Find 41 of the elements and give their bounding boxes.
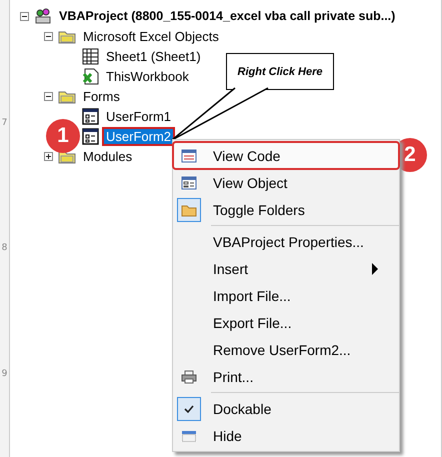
tree-item[interactable]: Forms — [81, 88, 122, 104]
step-badge: 1 — [46, 119, 80, 153]
folder-icon — [58, 88, 76, 104]
folder-icon — [181, 202, 197, 216]
menu-item[interactable]: Insert — [173, 255, 399, 282]
workbook-icon — [82, 68, 99, 84]
callout-text: Right Click Here — [238, 66, 322, 78]
tree-item[interactable]: ThisWorkbook — [104, 68, 191, 84]
folder-icon — [58, 28, 76, 44]
menu-item[interactable]: Export File... — [173, 309, 399, 336]
collapse-icon[interactable] — [44, 32, 53, 40]
menu-item[interactable]: View Object — [173, 169, 399, 196]
tree-item[interactable]: Sheet1 (Sheet1) — [104, 48, 203, 64]
sheet-icon — [82, 48, 99, 64]
menu-item[interactable]: Dockable — [173, 395, 399, 422]
collapse-icon[interactable] — [20, 12, 29, 20]
form-icon — [181, 176, 197, 190]
printer-icon — [181, 370, 197, 384]
menu-item[interactable]: Toggle Folders — [173, 196, 399, 228]
menu-item[interactable]: Remove UserForm2... — [173, 336, 399, 363]
menu-item[interactable]: Print... — [173, 363, 399, 395]
ruler-mark: 7 — [2, 118, 8, 128]
tree-item[interactable]: UserForm2 — [104, 128, 174, 144]
form-icon — [82, 128, 99, 144]
collapse-icon[interactable] — [44, 92, 53, 100]
tree-item[interactable]: UserForm1 — [104, 108, 174, 124]
menu-item[interactable]: View Code — [173, 142, 399, 169]
form-icon — [82, 108, 99, 124]
expand-icon[interactable] — [44, 152, 53, 160]
ruler-mark: 9 — [2, 369, 8, 380]
code-window-icon — [181, 148, 197, 162]
ruler-mark: 8 — [2, 243, 8, 254]
tree-item[interactable]: Microsoft Excel Objects — [81, 28, 221, 44]
tree-item[interactable]: VBAProject (8800_155-0014_excel vba call private sub...) — [57, 9, 398, 23]
menu-item[interactable]: Hide — [173, 422, 399, 449]
menu-item[interactable]: VBAProject Properties... — [173, 228, 399, 255]
project-icon — [34, 8, 52, 24]
window-icon — [181, 428, 197, 442]
menu-item[interactable]: Import File... — [173, 282, 399, 309]
tree-item[interactable]: Modules — [81, 148, 134, 164]
submenu-arrow-icon — [371, 262, 379, 274]
